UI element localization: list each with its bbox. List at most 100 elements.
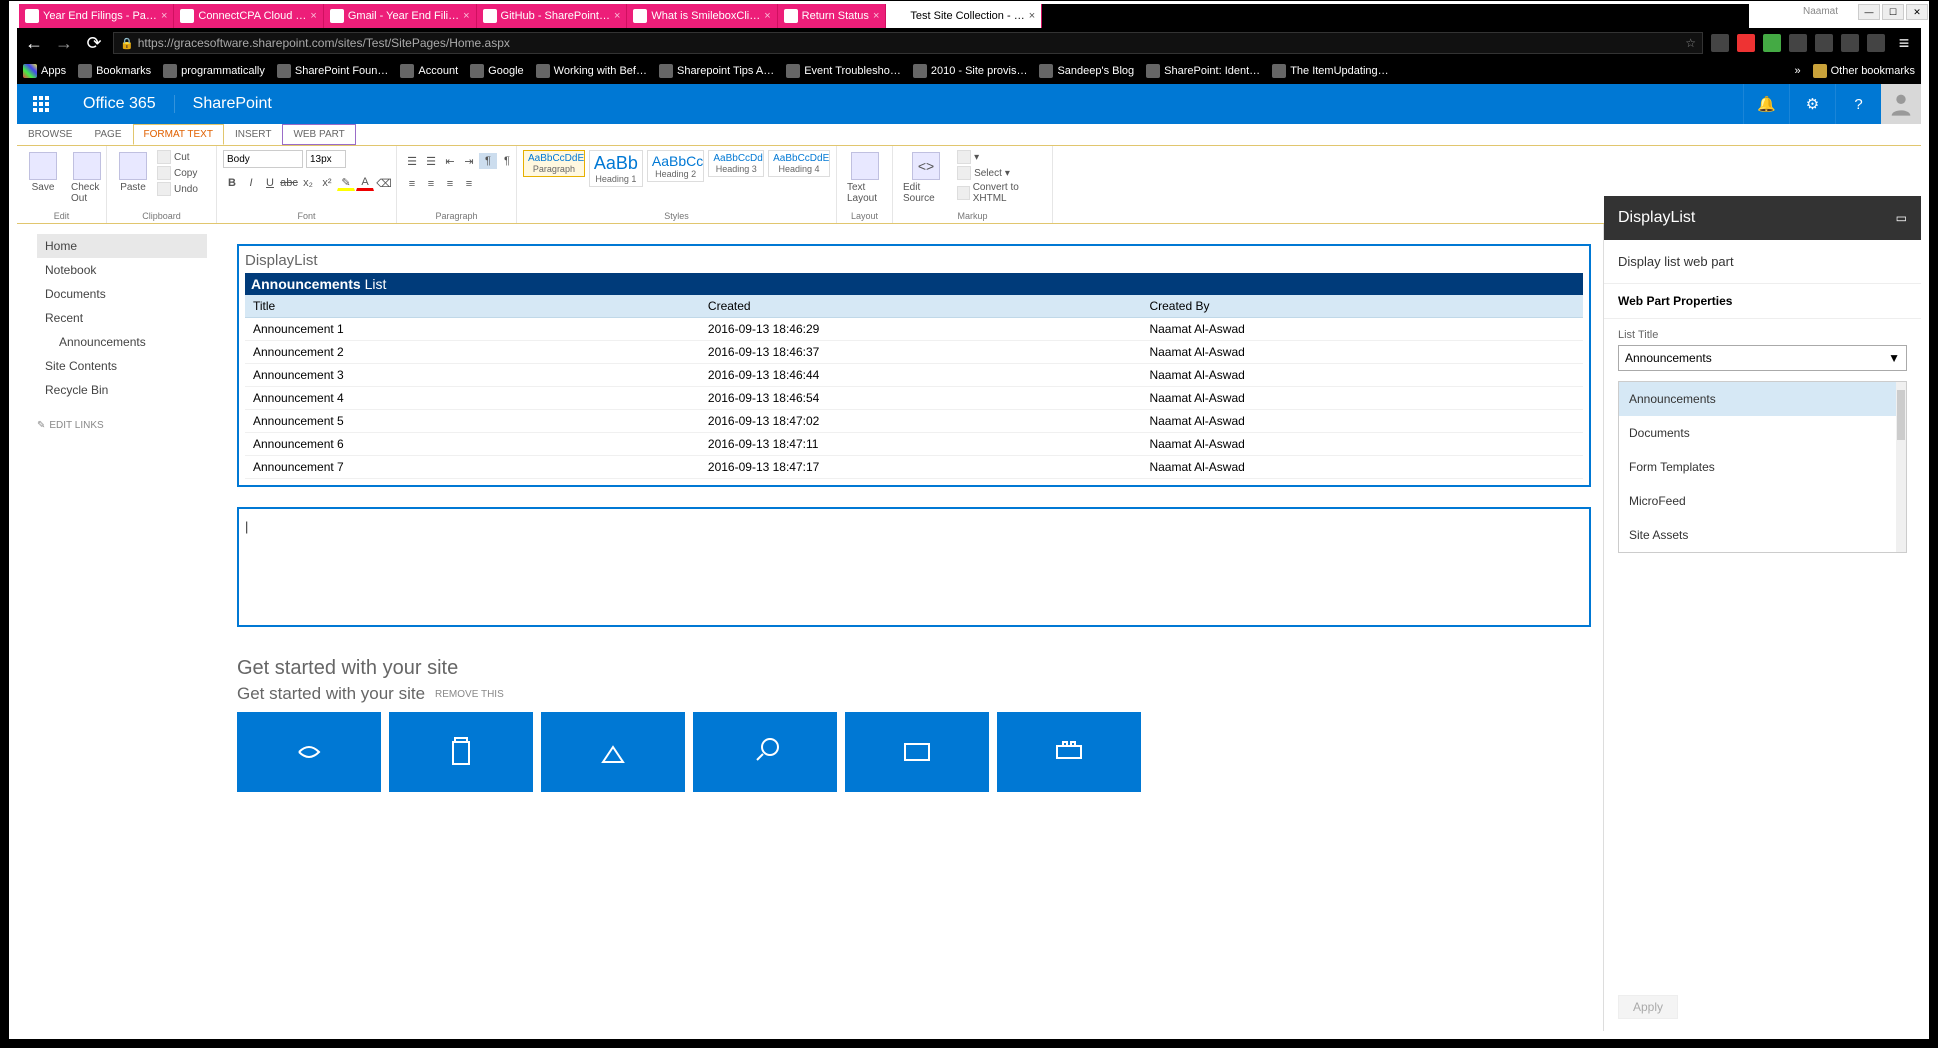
bookmark-item[interactable]: Google bbox=[470, 64, 523, 78]
nav-recycle-bin[interactable]: Recycle Bin bbox=[37, 378, 207, 402]
bookmark-item[interactable]: programmatically bbox=[163, 64, 265, 78]
minimize-button[interactable]: — bbox=[1858, 4, 1880, 20]
bullet-list-button[interactable]: ☰ bbox=[403, 153, 421, 169]
save-button[interactable]: Save bbox=[23, 150, 63, 195]
style-heading-1[interactable]: AaBbHeading 1 bbox=[589, 150, 643, 187]
remove-this-link[interactable]: REMOVE THIS bbox=[435, 689, 504, 700]
bookmark-item[interactable]: Working with Bef… bbox=[536, 64, 647, 78]
undo-button[interactable]: Undo bbox=[157, 182, 198, 196]
number-list-button[interactable]: ☰ bbox=[422, 153, 440, 169]
browser-tab[interactable]: ConnectCPA Cloud …× bbox=[174, 4, 323, 28]
font-size-select[interactable] bbox=[306, 150, 346, 168]
expand-icon[interactable]: ▭ bbox=[1896, 211, 1907, 225]
browser-tab[interactable]: Return Status× bbox=[778, 4, 887, 28]
align-center-button[interactable]: ≡ bbox=[422, 176, 440, 192]
highlight-button[interactable]: ✎ bbox=[337, 175, 355, 191]
table-row[interactable]: Announcement 42016-09-13 18:46:54Naamat … bbox=[245, 387, 1583, 410]
strike-button[interactable]: abc bbox=[280, 175, 298, 191]
bookmark-overflow[interactable]: » bbox=[1795, 65, 1801, 77]
table-row[interactable]: Announcement 62016-09-13 18:47:11Naamat … bbox=[245, 433, 1583, 456]
ltr-button[interactable]: ¶ bbox=[479, 153, 497, 169]
apply-button[interactable]: Apply bbox=[1618, 995, 1678, 1019]
cut-button[interactable]: Cut bbox=[157, 150, 198, 164]
nav-documents[interactable]: Documents bbox=[37, 282, 207, 306]
convert-xhtml-button[interactable]: Convert to XHTML bbox=[957, 182, 1046, 204]
other-bookmarks[interactable]: Other bookmarks bbox=[1813, 64, 1915, 78]
col-created[interactable]: Created bbox=[700, 295, 1142, 318]
dropdown-option[interactable]: Documents bbox=[1619, 416, 1906, 450]
copy-button[interactable]: Copy bbox=[157, 166, 198, 180]
close-tab-icon[interactable]: × bbox=[1029, 10, 1035, 22]
style-heading-3[interactable]: AaBbCcDdHeading 3 bbox=[708, 150, 764, 177]
align-right-button[interactable]: ≡ bbox=[441, 176, 459, 192]
style-heading-4[interactable]: AaBbCcDdEHeading 4 bbox=[768, 150, 830, 177]
close-tab-icon[interactable]: × bbox=[463, 10, 469, 22]
bold-button[interactable]: B bbox=[223, 175, 241, 191]
indent-button[interactable]: ⇥ bbox=[460, 153, 478, 169]
browser-tab[interactable]: GitHub - SharePoint…× bbox=[477, 4, 628, 28]
back-button[interactable]: ← bbox=[23, 33, 45, 54]
clear-format-button[interactable]: ⌫ bbox=[375, 175, 393, 191]
forward-button[interactable]: → bbox=[53, 33, 75, 54]
close-tab-icon[interactable]: × bbox=[873, 10, 879, 22]
col-title[interactable]: Title bbox=[245, 295, 700, 318]
nav-notebook[interactable]: Notebook bbox=[37, 258, 207, 282]
close-tab-icon[interactable]: × bbox=[764, 10, 770, 22]
rtl-button[interactable]: ¶ bbox=[498, 153, 516, 169]
italic-button[interactable]: I bbox=[242, 175, 260, 191]
extension-icon[interactable] bbox=[1841, 34, 1859, 52]
ribbon-tab-format-text[interactable]: FORMAT TEXT bbox=[133, 124, 224, 145]
dropdown-option[interactable]: MicroFeed bbox=[1619, 484, 1906, 518]
nav-site-contents[interactable]: Site Contents bbox=[37, 354, 207, 378]
style-paragraph[interactable]: AaBbCcDdEParagraph bbox=[523, 150, 585, 177]
font-family-select[interactable] bbox=[223, 150, 303, 168]
dropdown-option[interactable]: Announcements bbox=[1619, 382, 1906, 416]
bookmark-item[interactable]: Event Troublesho… bbox=[786, 64, 901, 78]
align-left-button[interactable]: ≡ bbox=[403, 176, 421, 192]
close-tab-icon[interactable]: × bbox=[310, 10, 316, 22]
extension-icon[interactable] bbox=[1789, 34, 1807, 52]
nav-announcements[interactable]: Announcements bbox=[37, 330, 207, 354]
bookmark-item[interactable]: SharePoint: Ident… bbox=[1146, 64, 1260, 78]
bookmark-item[interactable]: Sharepoint Tips A… bbox=[659, 64, 774, 78]
bookmark-item[interactable]: 2010 - Site provis… bbox=[913, 64, 1028, 78]
tile[interactable] bbox=[237, 712, 381, 792]
col-createdby[interactable]: Created By bbox=[1141, 295, 1583, 318]
close-button[interactable]: ✕ bbox=[1906, 4, 1928, 20]
close-tab-icon[interactable]: × bbox=[161, 10, 167, 22]
font-color-button[interactable]: A bbox=[356, 175, 374, 191]
extension-icon[interactable] bbox=[1711, 34, 1729, 52]
select-button[interactable]: Select▾ bbox=[957, 166, 1046, 180]
bookmark-item[interactable]: Bookmarks bbox=[78, 64, 151, 78]
style-heading-2[interactable]: AaBbCcHeading 2 bbox=[647, 150, 704, 182]
ribbon-tab-webpart[interactable]: WEB PART bbox=[282, 124, 355, 145]
subscript-button[interactable]: x₂ bbox=[299, 175, 317, 191]
bookmark-item[interactable]: Account bbox=[400, 64, 458, 78]
dropdown-option[interactable]: Site Assets bbox=[1619, 518, 1906, 552]
paste-button[interactable]: Paste bbox=[113, 150, 153, 195]
browser-tab[interactable]: What is SmileboxCli…× bbox=[627, 4, 777, 28]
help-icon[interactable]: ? bbox=[1835, 84, 1881, 124]
underline-button[interactable]: U bbox=[261, 175, 279, 191]
edit-source-button[interactable]: <>Edit Source bbox=[899, 150, 953, 206]
browser-tab[interactable]: Year End Filings - Pa…× bbox=[19, 4, 174, 28]
maximize-button[interactable]: ☐ bbox=[1882, 4, 1904, 20]
nav-home[interactable]: Home bbox=[37, 234, 207, 258]
table-row[interactable]: Announcement 32016-09-13 18:46:44Naamat … bbox=[245, 364, 1583, 387]
bookmark-star-icon[interactable]: ☆ bbox=[1685, 36, 1696, 50]
tile[interactable] bbox=[845, 712, 989, 792]
menu-button[interactable]: ≡ bbox=[1893, 33, 1915, 54]
outdent-button[interactable]: ⇤ bbox=[441, 153, 459, 169]
tile[interactable] bbox=[997, 712, 1141, 792]
text-layout-button[interactable]: Text Layout bbox=[843, 150, 886, 206]
justify-button[interactable]: ≡ bbox=[460, 176, 478, 192]
superscript-button[interactable]: x² bbox=[318, 175, 336, 191]
bookmark-item[interactable]: Sandeep's Blog bbox=[1039, 64, 1134, 78]
app-launcher-icon[interactable] bbox=[17, 84, 65, 124]
extension-icon[interactable] bbox=[1763, 34, 1781, 52]
ribbon-tab-insert[interactable]: INSERT bbox=[224, 124, 283, 145]
edit-links-button[interactable]: ✎ EDIT LINKS bbox=[37, 420, 207, 431]
tile[interactable] bbox=[541, 712, 685, 792]
checkout-button[interactable]: Check Out bbox=[67, 150, 107, 206]
extension-icon[interactable] bbox=[1737, 34, 1755, 52]
